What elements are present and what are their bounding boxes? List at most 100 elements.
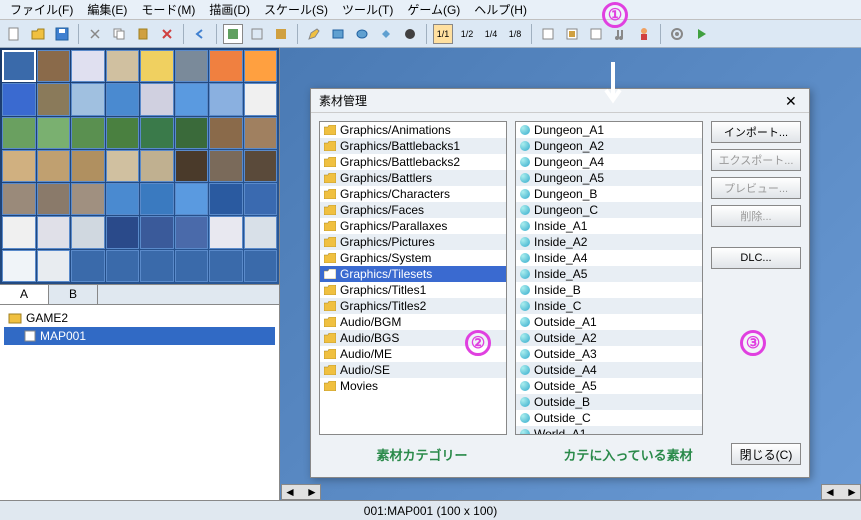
tree-map[interactable]: MAP001 bbox=[4, 327, 275, 345]
material-item[interactable]: Inside_A2 bbox=[516, 234, 702, 250]
delete-icon[interactable] bbox=[157, 24, 177, 44]
material-item[interactable]: Outside_A2 bbox=[516, 330, 702, 346]
menu-file[interactable]: ファイル(F) bbox=[4, 0, 79, 20]
menu-game[interactable]: ゲーム(G) bbox=[401, 0, 466, 20]
import-button[interactable]: インポート... bbox=[711, 121, 801, 143]
scale-18-icon[interactable]: 1/8 bbox=[505, 24, 525, 44]
project-icon bbox=[8, 312, 22, 324]
scale-11-icon[interactable]: 1/1 bbox=[433, 24, 453, 44]
callout-1: ① bbox=[602, 2, 628, 28]
category-item[interactable]: Graphics/Titles2 bbox=[320, 298, 506, 314]
shadow-icon[interactable] bbox=[400, 24, 420, 44]
category-item[interactable]: Graphics/Battlebacks2 bbox=[320, 154, 506, 170]
material-item[interactable]: Dungeon_A1 bbox=[516, 122, 702, 138]
category-item[interactable]: Audio/BGM bbox=[320, 314, 506, 330]
material-item[interactable]: Dungeon_B bbox=[516, 186, 702, 202]
category-item[interactable]: Graphics/Faces bbox=[320, 202, 506, 218]
open-icon[interactable] bbox=[28, 24, 48, 44]
material-item[interactable]: Outside_A5 bbox=[516, 378, 702, 394]
category-item[interactable]: Graphics/Battlers bbox=[320, 170, 506, 186]
resource-manager-dialog: 素材管理 ✕ Graphics/AnimationsGraphics/Battl… bbox=[310, 88, 810, 478]
category-item[interactable]: Graphics/Titles1 bbox=[320, 282, 506, 298]
material-item[interactable]: Inside_B bbox=[516, 282, 702, 298]
material-item[interactable]: Outside_A1 bbox=[516, 314, 702, 330]
material-item[interactable]: Inside_A4 bbox=[516, 250, 702, 266]
material-item[interactable]: Outside_A4 bbox=[516, 362, 702, 378]
dlc-button[interactable]: DLC... bbox=[711, 247, 801, 269]
close-icon[interactable]: ✕ bbox=[785, 93, 801, 109]
tileset-tabs: A B bbox=[0, 284, 279, 304]
mode-region-icon[interactable] bbox=[271, 24, 291, 44]
category-item[interactable]: Graphics/Tilesets bbox=[320, 266, 506, 282]
resource-icon[interactable] bbox=[562, 24, 582, 44]
mode-map-icon[interactable] bbox=[223, 24, 243, 44]
callout-3: ③ bbox=[740, 330, 766, 356]
undo-icon[interactable] bbox=[190, 24, 210, 44]
dialog-title: 素材管理 bbox=[319, 92, 367, 109]
fill-icon[interactable] bbox=[376, 24, 396, 44]
save-icon[interactable] bbox=[52, 24, 72, 44]
material-item[interactable]: Inside_C bbox=[516, 298, 702, 314]
toolbar: 1/1 1/2 1/4 1/8 bbox=[0, 20, 861, 48]
new-icon[interactable] bbox=[4, 24, 24, 44]
menu-help[interactable]: ヘルプ(H) bbox=[468, 0, 533, 20]
material-label: カテに入っている素材 bbox=[525, 445, 731, 464]
material-item[interactable]: World_A1 bbox=[516, 426, 702, 435]
map-canvas[interactable]: 素材管理 ✕ Graphics/AnimationsGraphics/Battl… bbox=[280, 48, 861, 500]
copy-icon[interactable] bbox=[109, 24, 129, 44]
close-button[interactable]: 閉じる(C) bbox=[731, 443, 801, 465]
menu-mode[interactable]: モード(M) bbox=[135, 0, 201, 20]
left-panel: A B GAME2 MAP001 bbox=[0, 48, 280, 500]
category-item[interactable]: Graphics/System bbox=[320, 250, 506, 266]
database-icon[interactable] bbox=[538, 24, 558, 44]
category-item[interactable]: Movies bbox=[320, 378, 506, 394]
material-item[interactable]: Dungeon_A4 bbox=[516, 154, 702, 170]
tab-b[interactable]: B bbox=[49, 285, 98, 304]
menu-edit[interactable]: 編集(E) bbox=[81, 0, 133, 20]
category-label: 素材カテゴリー bbox=[319, 445, 525, 464]
material-item[interactable]: Outside_B bbox=[516, 394, 702, 410]
material-item[interactable]: Outside_A3 bbox=[516, 346, 702, 362]
statusbar: 001:MAP001 (100 x 100) bbox=[0, 500, 861, 520]
right-scrollbar[interactable]: ◄► bbox=[821, 484, 861, 500]
category-item[interactable]: Graphics/Pictures bbox=[320, 234, 506, 250]
ellipse-icon[interactable] bbox=[352, 24, 372, 44]
tab-a[interactable]: A bbox=[0, 285, 49, 304]
material-list[interactable]: Dungeon_A1Dungeon_A2Dungeon_A4Dungeon_A5… bbox=[515, 121, 703, 435]
settings-icon[interactable] bbox=[667, 24, 687, 44]
pencil-icon[interactable] bbox=[304, 24, 324, 44]
material-item[interactable]: Inside_A5 bbox=[516, 266, 702, 282]
mode-event-icon[interactable] bbox=[247, 24, 267, 44]
preview-button[interactable]: プレビュー... bbox=[711, 177, 801, 199]
material-item[interactable]: Outside_C bbox=[516, 410, 702, 426]
menu-tool[interactable]: ツール(T) bbox=[336, 0, 399, 20]
category-list[interactable]: Graphics/AnimationsGraphics/Battlebacks1… bbox=[319, 121, 507, 435]
category-item[interactable]: Graphics/Battlebacks1 bbox=[320, 138, 506, 154]
export-button[interactable]: エクスポート... bbox=[711, 149, 801, 171]
rect-icon[interactable] bbox=[328, 24, 348, 44]
tileset-palette[interactable] bbox=[0, 48, 279, 284]
category-item[interactable]: Graphics/Animations bbox=[320, 122, 506, 138]
paste-icon[interactable] bbox=[133, 24, 153, 44]
material-item[interactable]: Inside_A1 bbox=[516, 218, 702, 234]
map-tree[interactable]: GAME2 MAP001 bbox=[0, 304, 279, 500]
left-scrollbar[interactable]: ◄► bbox=[281, 484, 321, 500]
category-item[interactable]: Graphics/Characters bbox=[320, 186, 506, 202]
category-item[interactable]: Audio/SE bbox=[320, 362, 506, 378]
cut-icon[interactable] bbox=[85, 24, 105, 44]
playtest-icon[interactable] bbox=[691, 24, 711, 44]
scale-12-icon[interactable]: 1/2 bbox=[457, 24, 477, 44]
script-icon[interactable] bbox=[586, 24, 606, 44]
map-icon bbox=[24, 330, 36, 342]
arrow-icon bbox=[598, 62, 628, 112]
delete-button[interactable]: 削除... bbox=[711, 205, 801, 227]
category-item[interactable]: Graphics/Parallaxes bbox=[320, 218, 506, 234]
menu-draw[interactable]: 描画(D) bbox=[203, 0, 256, 20]
scale-14-icon[interactable]: 1/4 bbox=[481, 24, 501, 44]
menu-scale[interactable]: スケール(S) bbox=[258, 0, 334, 20]
material-item[interactable]: Dungeon_A5 bbox=[516, 170, 702, 186]
character-icon[interactable] bbox=[634, 24, 654, 44]
material-item[interactable]: Dungeon_C bbox=[516, 202, 702, 218]
material-item[interactable]: Dungeon_A2 bbox=[516, 138, 702, 154]
tree-root[interactable]: GAME2 bbox=[4, 309, 275, 327]
